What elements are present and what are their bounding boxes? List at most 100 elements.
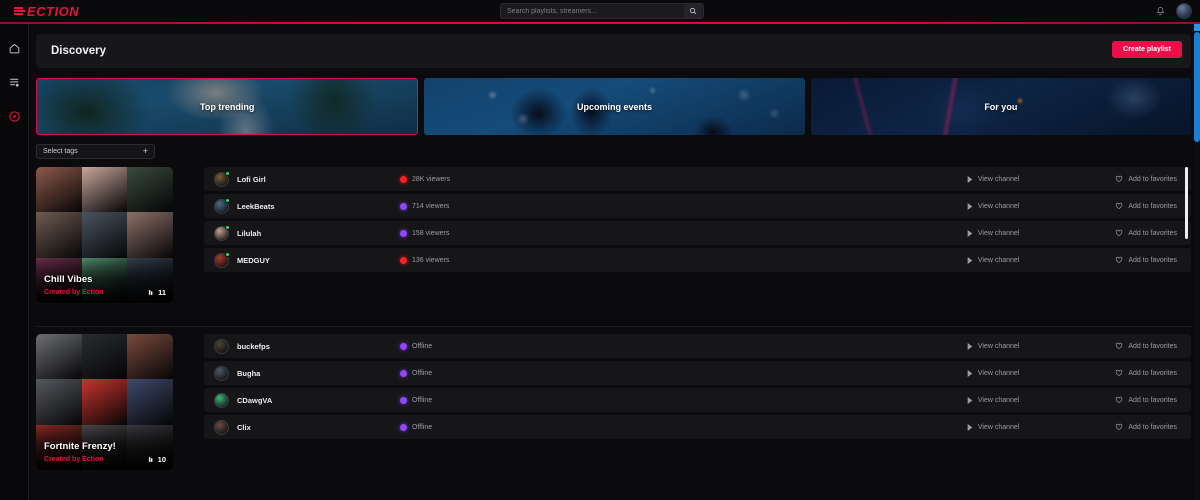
search-button[interactable] — [684, 4, 702, 18]
heart-icon — [1116, 369, 1123, 377]
add-to-favorites-button[interactable]: Add to favorites — [1115, 342, 1177, 350]
page-scrollbar[interactable] — [1194, 24, 1200, 500]
playlist-thumbnail-tile — [36, 167, 82, 213]
view-channel-label: View channel — [977, 229, 1020, 237]
add-to-favorites-button[interactable]: Add to favorites — [1115, 256, 1177, 264]
streamer-row[interactable]: buckefps Offline View channel Add to favori… — [204, 334, 1191, 358]
platform-dot-icon — [400, 175, 407, 183]
logo-bars-icon — [14, 7, 25, 15]
list-scrollbar[interactable] — [1185, 167, 1188, 303]
sidebar — [0, 24, 28, 500]
playlist-card-fortnite-frenzy[interactable]: Fortnite Frenzy! Created by Ection 10 — [36, 334, 173, 470]
streamer-avatar-wrap — [214, 224, 230, 241]
playlist-thumbnail-tile — [127, 167, 173, 213]
view-channel-label: View channel — [977, 342, 1020, 350]
banner-upcoming-events[interactable]: Upcoming events — [424, 78, 805, 135]
sidebar-item-home[interactable] — [6, 40, 22, 56]
banner-top-trending[interactable]: Top trending — [36, 78, 419, 135]
topbar-accent-line — [0, 22, 1200, 24]
play-triangle-icon — [967, 396, 973, 404]
streamer-avatar-wrap — [214, 338, 229, 354]
scrollbar-thumb[interactable] — [1194, 32, 1200, 142]
streamer-row[interactable]: MEDGUY 136 viewers View channel Add to favo… — [204, 248, 1191, 272]
banner-for-you[interactable]: For you — [810, 78, 1191, 135]
streamer-avatar-wrap — [214, 365, 229, 381]
add-to-favorites-button[interactable]: Add to favorites — [1115, 369, 1177, 377]
add-to-favorites-button[interactable]: Add to favorites — [1115, 202, 1177, 210]
add-to-favorites-label: Add to favorites — [1128, 229, 1177, 237]
page-header: Discovery Create playlist — [36, 34, 1191, 68]
streamer-status-text: 28K viewers — [412, 175, 451, 183]
sidebar-item-playlists[interactable] — [6, 74, 22, 90]
view-channel-button[interactable]: View channel — [967, 342, 1020, 350]
search-input[interactable] — [501, 7, 684, 15]
streamer-status: 158 viewers — [400, 229, 449, 237]
play-triangle-icon — [967, 229, 973, 237]
sidebar-item-discovery[interactable] — [6, 108, 22, 124]
playlist-card-chill-vibes[interactable]: Chill Vibes Created by Ection 11 — [36, 167, 173, 303]
add-to-favorites-button[interactable]: Add to favorites — [1115, 175, 1177, 183]
streamer-row[interactable]: Clix Offline View channel Add to favorites — [204, 415, 1191, 439]
add-to-favorites-button[interactable]: Add to favorites — [1115, 396, 1177, 404]
streamer-row[interactable]: Lofi Girl 28K viewers View channel Add to f… — [204, 167, 1191, 191]
avatar — [214, 419, 229, 435]
play-triangle-icon — [967, 423, 973, 431]
banner-label: Top trending — [200, 101, 255, 112]
view-channel-button[interactable]: View channel — [967, 202, 1019, 210]
streamer-actions: View channel Add to favorites — [967, 342, 1177, 350]
heart-icon — [1116, 396, 1123, 404]
streamer-row[interactable]: CDawgVA Offline View channel Add to favorit… — [204, 388, 1191, 412]
notification-bell-icon[interactable] — [1155, 6, 1166, 17]
add-to-favorites-button[interactable]: Add to favorites — [1115, 423, 1177, 431]
main-content: Discovery Create playlist Top trending U… — [29, 24, 1200, 500]
play-triangle-icon — [967, 342, 973, 350]
playlist-thumbnail-tile — [127, 212, 173, 258]
add-to-favorites-label: Add to favorites — [1128, 423, 1177, 431]
playlist-title: Chill Vibes — [44, 274, 93, 285]
view-channel-button[interactable]: View channel — [967, 175, 1019, 183]
add-to-favorites-label: Add to favorites — [1128, 369, 1177, 377]
platform-dot-icon — [400, 396, 407, 404]
streamer-status-text: Offline — [412, 396, 433, 404]
create-playlist-button[interactable]: Create playlist — [1112, 41, 1182, 58]
topbar-right-group — [1155, 0, 1192, 22]
streamer-name: Lilulah — [237, 228, 262, 238]
streamer-status-text: 136 viewers — [412, 256, 450, 264]
play-triangle-icon — [967, 202, 973, 210]
view-channel-button[interactable]: View channel — [967, 256, 1019, 264]
avatar[interactable] — [1176, 3, 1192, 19]
tags-row: Select tags + — [36, 144, 155, 159]
select-tags-dropdown[interactable]: Select tags + — [36, 144, 155, 159]
banner-row: Top trending Upcoming events For you — [36, 78, 1191, 135]
view-channel-button[interactable]: View channel — [967, 229, 1020, 237]
view-channel-label: View channel — [977, 396, 1020, 404]
playlist-title: Fortnite Frenzy! — [44, 441, 116, 452]
view-channel-button[interactable]: View channel — [967, 423, 1019, 431]
streamer-avatar-wrap — [214, 419, 229, 435]
streamer-name: buckefps — [237, 341, 270, 351]
playlist-count-value: 11 — [158, 288, 166, 297]
add-to-favorites-button[interactable]: Add to favorites — [1115, 229, 1177, 237]
view-channel-button[interactable]: View channel — [967, 369, 1019, 377]
streamer-row[interactable]: Lilulah 158 viewers View channel Add to fav… — [204, 221, 1191, 245]
plus-icon: + — [142, 146, 148, 156]
scrollbar-top-cap — [1194, 24, 1200, 31]
platform-dot-icon — [400, 202, 407, 210]
add-to-favorites-label: Add to favorites — [1128, 396, 1177, 404]
playlist-thumbnail-tile — [81, 379, 128, 425]
avatar — [214, 392, 229, 408]
streamer-row[interactable]: LeekBeats 714 viewers View channel Add to f… — [204, 194, 1191, 218]
streamer-name: Bugha — [237, 368, 261, 378]
page-title: Discovery — [51, 45, 106, 57]
add-to-favorites-label: Add to favorites — [1128, 342, 1177, 350]
select-tags-label: Select tags — [43, 148, 78, 155]
search-bar[interactable] — [500, 3, 704, 19]
streamer-status: Offline — [400, 423, 432, 431]
streamer-actions: View channel Add to favorites — [967, 229, 1177, 237]
section-divider — [36, 326, 1191, 327]
banner-label: Upcoming events — [576, 101, 652, 112]
view-channel-button[interactable]: View channel — [967, 396, 1020, 404]
playlist-thumbnail-tile — [81, 334, 128, 380]
streamer-row[interactable]: Bugha Offline View channel Add to favorites — [204, 361, 1191, 385]
app-logo[interactable]: ECTION — [14, 4, 79, 19]
